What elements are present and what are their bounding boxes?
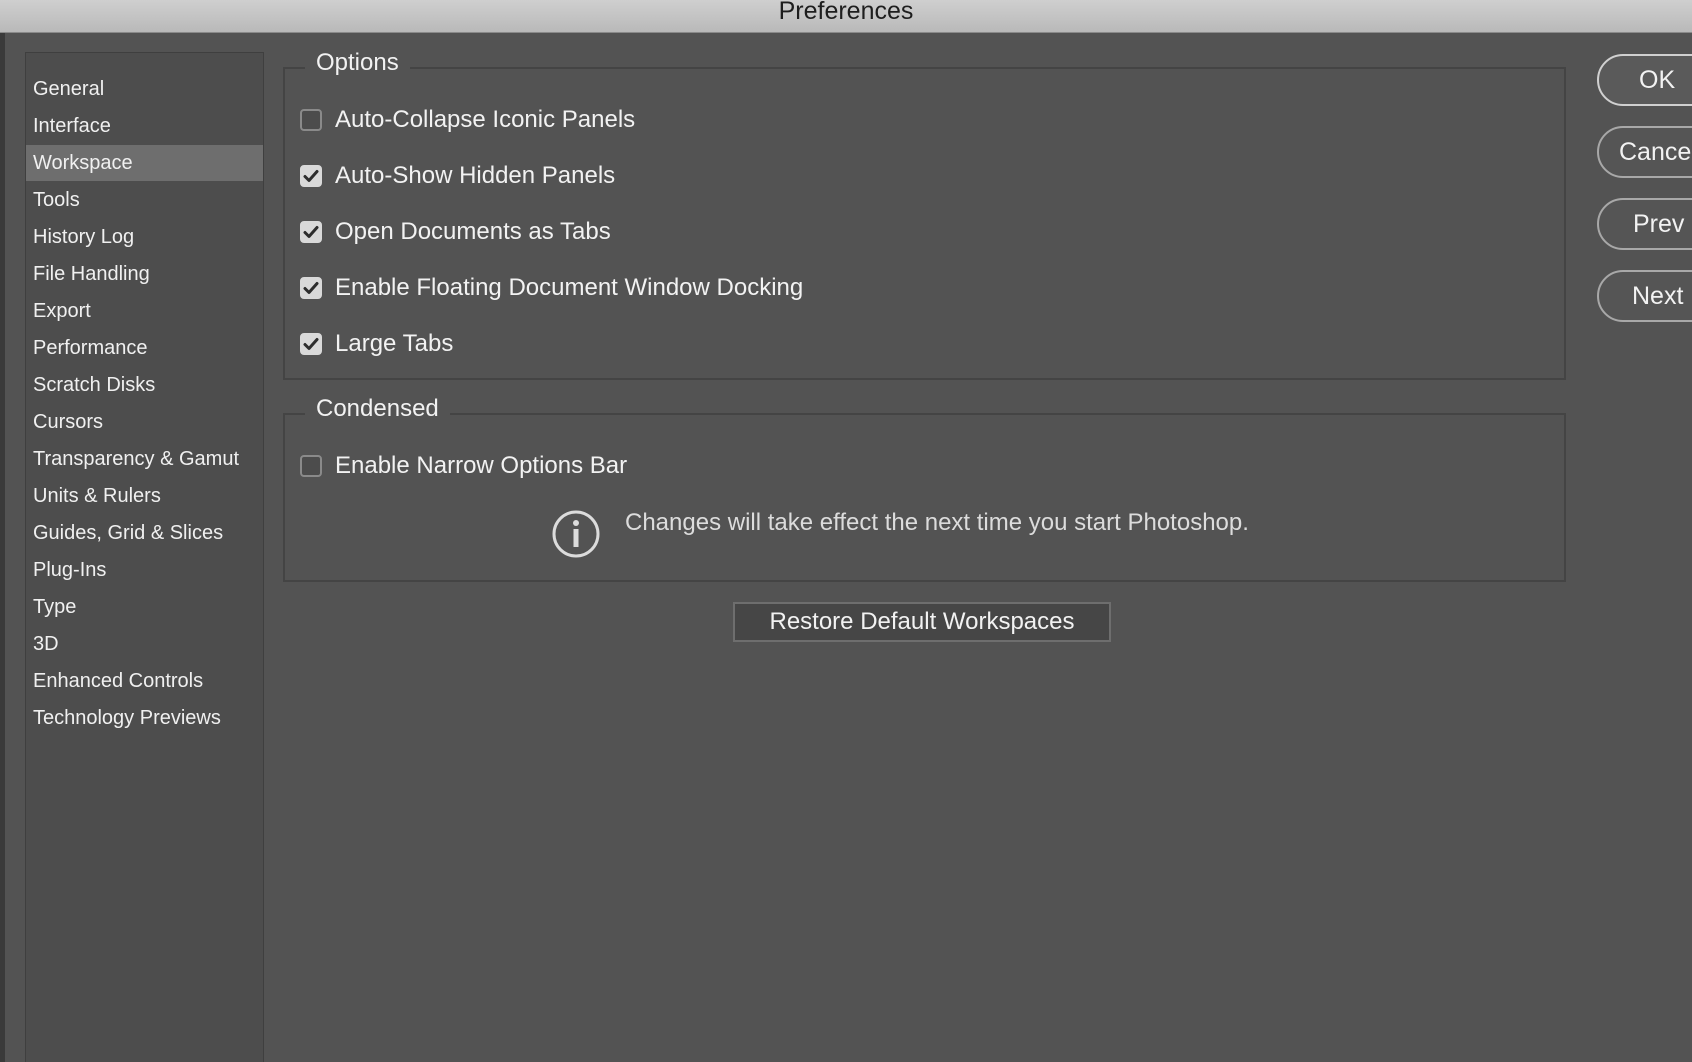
- sidebar-item-tools[interactable]: Tools: [26, 182, 263, 218]
- sidebar-item-enhanced-controls[interactable]: Enhanced Controls: [26, 663, 263, 699]
- preferences-sidebar: General Interface Workspace Tools Histor…: [25, 52, 264, 1062]
- condensed-group: Condensed Enable Narrow Options Bar Chan…: [283, 391, 1566, 582]
- condensed-group-title: Condensed: [305, 391, 450, 427]
- floating-window-docking-checkbox[interactable]: [300, 277, 322, 299]
- large-tabs-checkbox[interactable]: [300, 333, 322, 355]
- checkmark-icon: [303, 170, 319, 182]
- options-group: Options Auto-Collapse Iconic Panels Auto…: [283, 45, 1566, 380]
- checkmark-icon: [303, 338, 319, 350]
- sidebar-item-transparency-gamut[interactable]: Transparency & Gamut: [26, 441, 263, 477]
- sidebar-item-cursors[interactable]: Cursors: [26, 404, 263, 440]
- sidebar-item-type[interactable]: Type: [26, 589, 263, 625]
- sidebar-item-units-rulers[interactable]: Units & Rulers: [26, 478, 263, 514]
- auto-collapse-iconic-panels-checkbox[interactable]: [300, 109, 322, 131]
- narrow-options-bar-checkbox[interactable]: [300, 455, 322, 477]
- cancel-button[interactable]: Cancel: [1597, 126, 1692, 178]
- sidebar-item-file-handling[interactable]: File Handling: [26, 256, 263, 292]
- title-bar[interactable]: Preferences: [0, 0, 1692, 33]
- restore-default-workspaces-button[interactable]: Restore Default Workspaces: [733, 602, 1111, 642]
- open-documents-as-tabs-checkbox[interactable]: [300, 221, 322, 243]
- next-button[interactable]: Next: [1597, 270, 1692, 322]
- floating-window-docking-label: Enable Floating Document Window Docking: [335, 274, 804, 301]
- preferences-dialog: Preferences General Interface Workspace …: [0, 0, 1692, 1062]
- restart-notice: Changes will take effect the next time y…: [551, 509, 1249, 559]
- ok-button[interactable]: OK: [1597, 54, 1692, 106]
- sidebar-item-technology-previews[interactable]: Technology Previews: [26, 700, 263, 736]
- auto-show-hidden-panels-option[interactable]: Auto-Show Hidden Panels: [300, 160, 615, 192]
- large-tabs-label: Large Tabs: [335, 330, 454, 357]
- auto-show-hidden-panels-checkbox[interactable]: [300, 165, 322, 187]
- sidebar-item-history-log[interactable]: History Log: [26, 219, 263, 255]
- sidebar-item-plug-ins[interactable]: Plug-Ins: [26, 552, 263, 588]
- narrow-options-bar-label: Enable Narrow Options Bar: [335, 452, 628, 479]
- window-title: Preferences: [778, 0, 914, 25]
- open-documents-as-tabs-label: Open Documents as Tabs: [335, 218, 611, 245]
- sidebar-item-general[interactable]: General: [26, 71, 263, 107]
- narrow-options-bar-option[interactable]: Enable Narrow Options Bar: [300, 450, 627, 482]
- sidebar-item-interface[interactable]: Interface: [26, 108, 263, 144]
- checkmark-icon: [303, 282, 319, 294]
- sidebar-item-workspace[interactable]: Workspace: [26, 145, 263, 181]
- restart-notice-text: Changes will take effect the next time y…: [625, 509, 1249, 536]
- window-edge: [0, 0, 5, 1062]
- checkmark-icon: [303, 226, 319, 238]
- prev-button[interactable]: Prev: [1597, 198, 1692, 250]
- auto-collapse-iconic-panels-option[interactable]: Auto-Collapse Iconic Panels: [300, 104, 635, 136]
- floating-window-docking-option[interactable]: Enable Floating Document Window Docking: [300, 272, 803, 304]
- open-documents-as-tabs-option[interactable]: Open Documents as Tabs: [300, 216, 611, 248]
- options-group-title: Options: [305, 45, 410, 81]
- sidebar-item-3d[interactable]: 3D: [26, 626, 263, 662]
- sidebar-item-performance[interactable]: Performance: [26, 330, 263, 366]
- auto-collapse-iconic-panels-label: Auto-Collapse Iconic Panels: [335, 106, 636, 133]
- sidebar-item-scratch-disks[interactable]: Scratch Disks: [26, 367, 263, 403]
- info-icon: [552, 510, 600, 558]
- large-tabs-option[interactable]: Large Tabs: [300, 328, 453, 360]
- sidebar-item-export[interactable]: Export: [26, 293, 263, 329]
- auto-show-hidden-panels-label: Auto-Show Hidden Panels: [335, 162, 616, 189]
- sidebar-item-guides-grid-slices[interactable]: Guides, Grid & Slices: [26, 515, 263, 551]
